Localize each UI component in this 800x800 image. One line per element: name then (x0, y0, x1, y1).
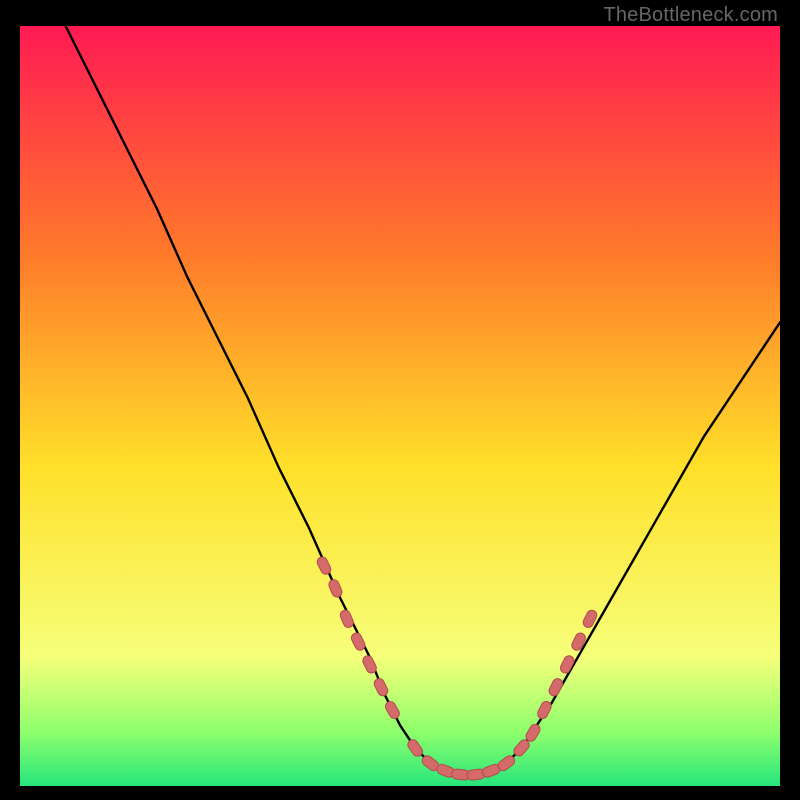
gradient-background (20, 26, 780, 786)
watermark-text: TheBottleneck.com (603, 4, 778, 27)
chart-frame (20, 26, 780, 786)
bottleneck-chart (20, 26, 780, 786)
